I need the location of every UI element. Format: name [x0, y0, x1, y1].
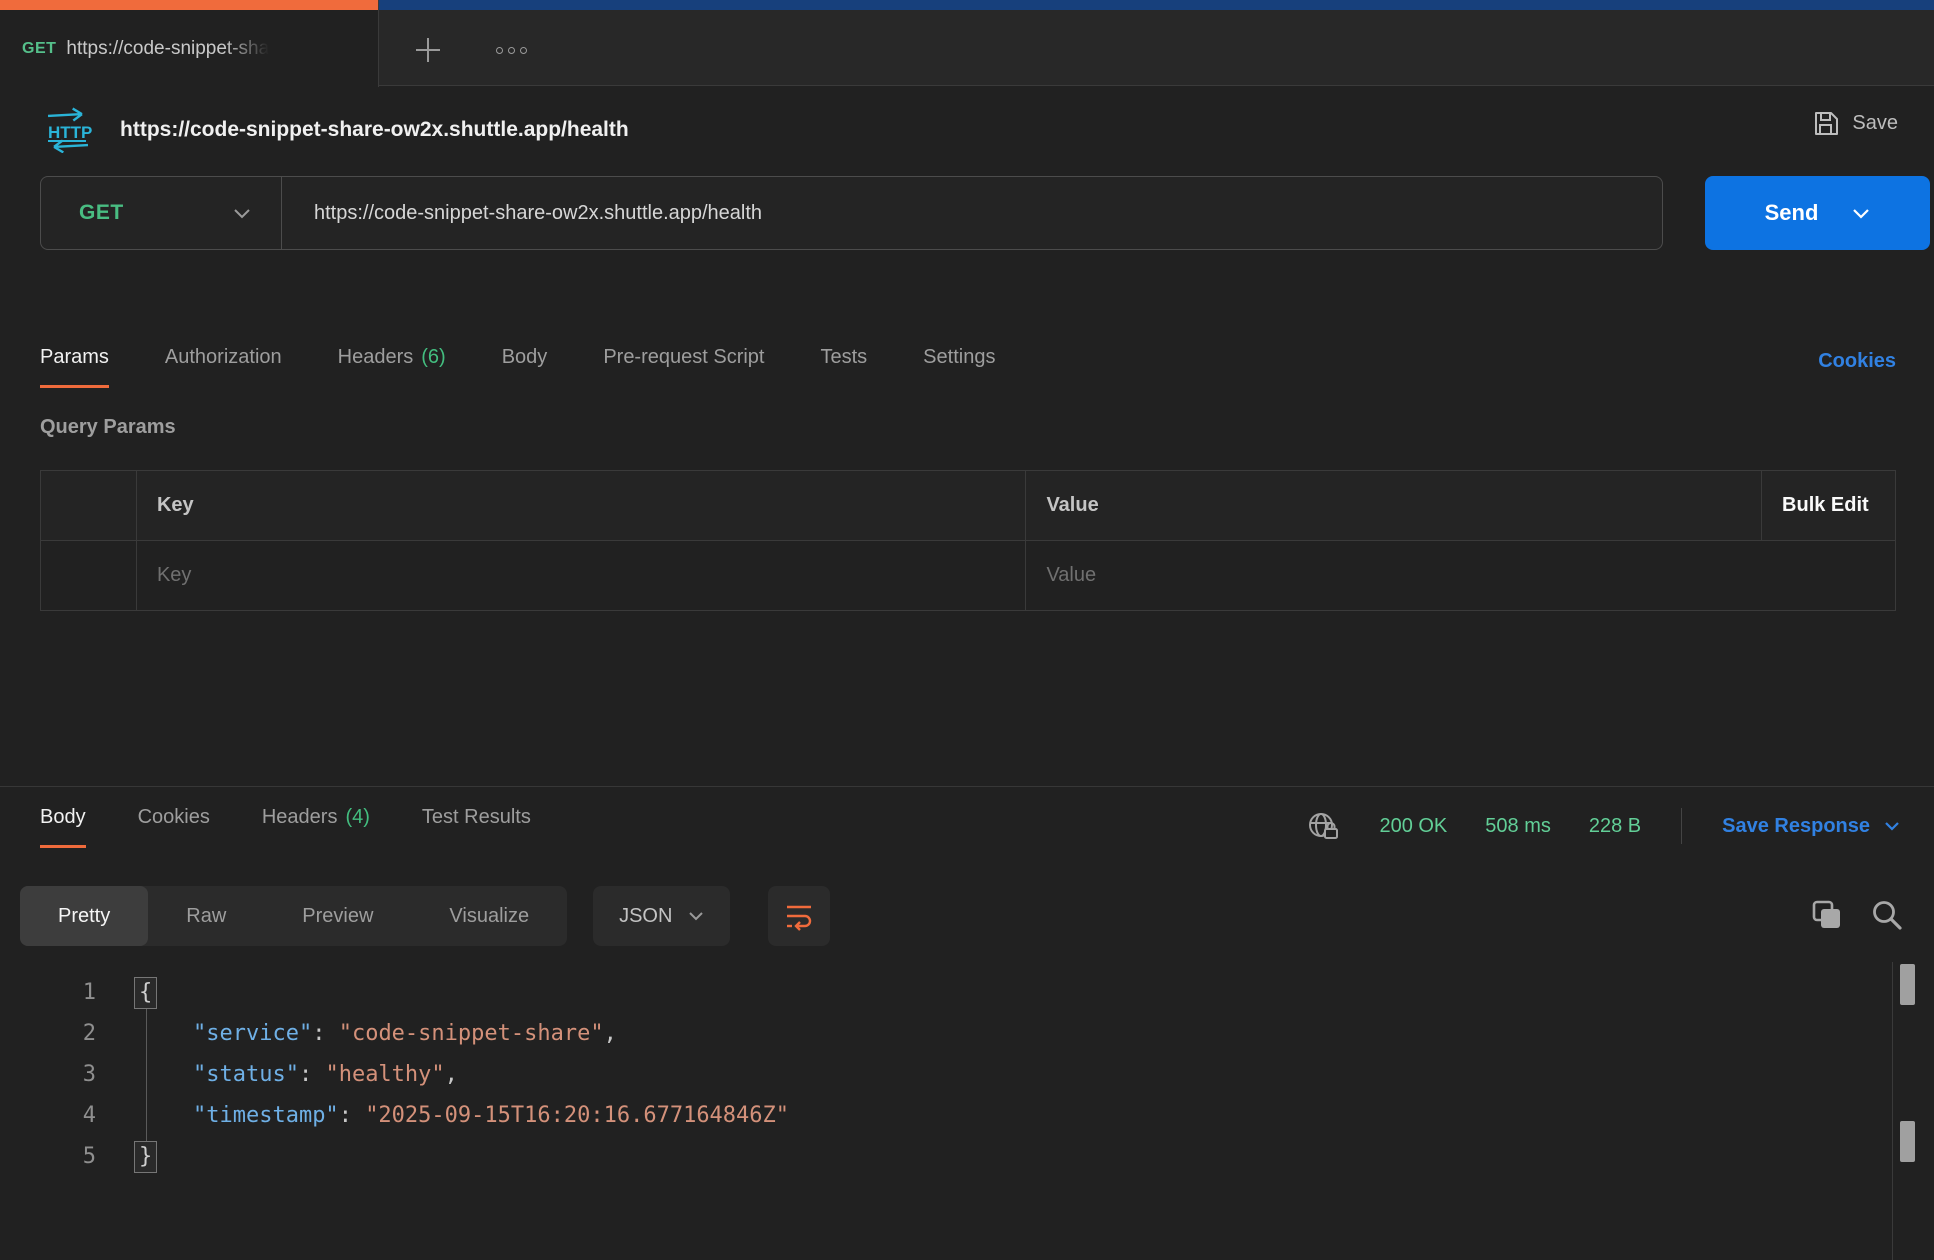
new-tab-button[interactable]	[406, 28, 450, 72]
tab-options-button[interactable]	[486, 28, 536, 72]
params-header-row: Key Value Bulk Edit	[41, 471, 1896, 541]
request-tab-params[interactable]: Params	[40, 346, 109, 388]
response-time: 508 ms	[1485, 815, 1551, 838]
method-value: GET	[79, 201, 233, 225]
code-line: 1{	[0, 972, 1934, 1013]
params-empty-row: Key Value	[41, 541, 1896, 611]
response-tab-headers[interactable]: Headers(4)	[262, 806, 370, 848]
format-dropdown[interactable]: JSON	[593, 886, 730, 946]
line-number: 3	[0, 1062, 96, 1087]
response-divider	[0, 786, 1934, 787]
request-tab-authorization[interactable]: Authorization	[165, 346, 282, 388]
app-window: GET https://code-snippet-sha HTTP https:…	[0, 0, 1934, 1260]
search-button[interactable]	[1870, 898, 1904, 932]
copy-button[interactable]	[1810, 898, 1844, 932]
params-key-input[interactable]: Key	[136, 541, 1025, 611]
method-dropdown[interactable]: GET	[41, 177, 281, 249]
request-tab-tests[interactable]: Tests	[820, 346, 867, 388]
view-mode-visualize[interactable]: Visualize	[411, 886, 567, 946]
tab-title: https://code-snippet-sha	[66, 38, 269, 60]
line-content: "status": "healthy",	[140, 1062, 458, 1087]
save-response-button[interactable]: Save Response	[1722, 815, 1900, 838]
status-badge: 200 OK	[1379, 815, 1447, 838]
scrollbar-track-border	[1892, 962, 1893, 1260]
response-meta: 200 OK 508 ms 228 B Save Response	[1307, 800, 1900, 852]
scrollbar-thumb-secondary[interactable]	[1900, 1121, 1915, 1162]
params-checkbox-column	[41, 471, 137, 541]
code-line: 4 "timestamp": "2025-09-15T16:20:16.6771…	[0, 1095, 1934, 1136]
query-params-table: Key Value Bulk Edit Key Value	[40, 470, 1896, 611]
tab-method-badge: GET	[22, 40, 56, 58]
chevron-down-icon	[1884, 821, 1900, 831]
copy-icon	[1810, 898, 1844, 932]
http-protocol-icon: HTTP	[42, 107, 94, 153]
plus-icon	[412, 34, 444, 66]
line-number: 1	[0, 980, 96, 1005]
request-tabs: Params Authorization Headers(6) Body Pre-req…	[40, 346, 995, 388]
line-content: }	[140, 1141, 157, 1173]
code-lines: 1{2 "service": "code-snippet-share",3 "s…	[0, 962, 1934, 1177]
bulk-edit-button[interactable]: Bulk Edit	[1762, 471, 1896, 541]
params-value-input[interactable]: Value	[1026, 541, 1896, 611]
tab-count-badge: (6)	[421, 346, 445, 369]
response-tab-test-results[interactable]: Test Results	[422, 806, 531, 848]
request-header: HTTP https://code-snippet-share-ow2x.shu…	[0, 87, 1934, 173]
wrap-text-button[interactable]	[768, 886, 830, 946]
response-view-row: PrettyRawPreviewVisualize JSON	[20, 886, 830, 946]
line-number: 2	[0, 1021, 96, 1046]
network-globe-lock-icon[interactable]	[1307, 810, 1341, 842]
wrap-text-icon	[783, 900, 815, 932]
url-bar: GET	[40, 176, 1663, 250]
code-line: 5}	[0, 1136, 1934, 1177]
url-input[interactable]	[282, 177, 1662, 249]
response-size: 228 B	[1589, 815, 1641, 838]
ellipsis-icon	[496, 47, 503, 54]
request-title: https://code-snippet-share-ow2x.shuttle.…	[120, 118, 629, 142]
chevron-down-icon	[688, 911, 704, 921]
response-body-actions	[1810, 898, 1904, 932]
code-line: 3 "status": "healthy",	[0, 1054, 1934, 1095]
request-tab-settings[interactable]: Settings	[923, 346, 995, 388]
search-icon	[1870, 898, 1904, 932]
request-tab-active[interactable]: GET https://code-snippet-sha	[0, 0, 379, 87]
tab-count-badge: (4)	[345, 806, 369, 829]
response-tab-cookies[interactable]: Cookies	[138, 806, 210, 848]
query-params-title: Query Params	[40, 416, 176, 439]
format-value: JSON	[619, 905, 672, 928]
save-request-button[interactable]: Save	[1812, 109, 1898, 137]
view-mode-preview[interactable]: Preview	[264, 886, 411, 946]
save-label: Save	[1852, 112, 1898, 135]
request-tab-pre-request-script[interactable]: Pre-request Script	[603, 346, 764, 388]
params-value-header: Value	[1026, 471, 1762, 541]
request-tab-body[interactable]: Body	[502, 346, 548, 388]
view-mode-raw[interactable]: Raw	[148, 886, 264, 946]
chevron-down-icon	[233, 208, 251, 219]
code-line: 2 "service": "code-snippet-share",	[0, 1013, 1934, 1054]
chevron-down-icon	[1852, 208, 1870, 219]
send-button[interactable]: Send	[1705, 176, 1930, 250]
svg-text:HTTP: HTTP	[48, 123, 92, 142]
view-mode-pretty[interactable]: Pretty	[20, 886, 148, 946]
request-tab-headers[interactable]: Headers(6)	[338, 346, 446, 388]
response-tab-body[interactable]: Body	[40, 806, 86, 848]
cookies-link[interactable]: Cookies	[1818, 350, 1896, 373]
response-tabs: Body Cookies Headers(4) Test Results	[40, 806, 531, 848]
params-key-header: Key	[136, 471, 1025, 541]
save-icon	[1812, 109, 1840, 137]
line-content: {	[140, 977, 157, 1009]
line-content: "timestamp": "2025-09-15T16:20:16.677164…	[140, 1103, 789, 1128]
response-body-viewer[interactable]: 1{2 "service": "code-snippet-share",3 "s…	[0, 962, 1934, 1260]
view-mode-group: PrettyRawPreviewVisualize	[20, 886, 567, 946]
send-label: Send	[1765, 200, 1819, 226]
line-number: 4	[0, 1103, 96, 1128]
line-number: 5	[0, 1144, 96, 1169]
scrollbar-thumb[interactable]	[1900, 964, 1915, 1005]
meta-divider	[1681, 808, 1682, 844]
line-content: "service": "code-snippet-share",	[140, 1021, 617, 1046]
active-tab-accent	[0, 0, 378, 10]
